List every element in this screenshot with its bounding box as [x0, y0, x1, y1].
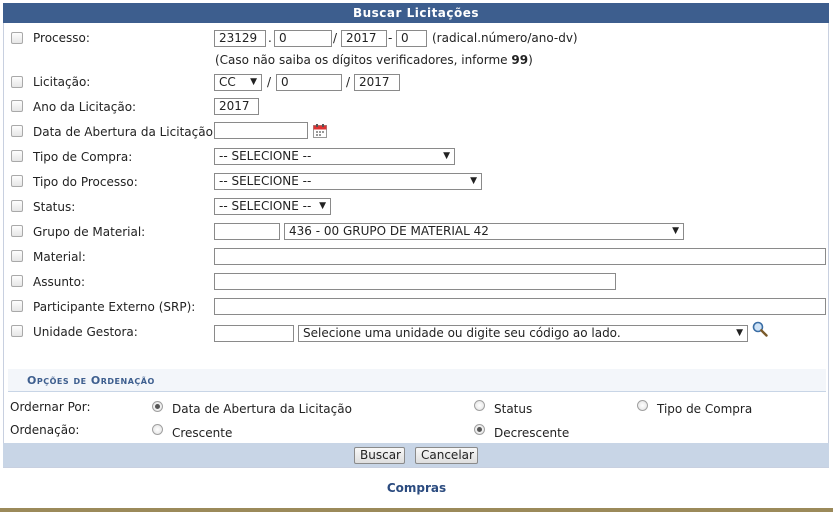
- assunto-checkbox[interactable]: [11, 275, 23, 287]
- direction-label: Ordenação:: [10, 423, 80, 437]
- ano-licitacao-label: Ano da Licitação:: [33, 100, 137, 114]
- data-abertura-checkbox[interactable]: [11, 125, 23, 137]
- slash-separator: /: [333, 31, 338, 45]
- data-abertura-label: Data de Abertura da Licitação:: [33, 125, 217, 139]
- tipo-processo-checkbox[interactable]: [11, 175, 23, 187]
- processo-note-end: ): [528, 53, 533, 67]
- search-button[interactable]: Buscar: [354, 447, 405, 464]
- magnifier-icon[interactable]: [752, 321, 768, 337]
- order-by-label: Ordernar Por:: [10, 400, 91, 414]
- grupo-material-checkbox[interactable]: [11, 225, 23, 237]
- sort-section-header: Opções de Ordenação: [8, 369, 826, 392]
- data-abertura-input[interactable]: [214, 122, 308, 139]
- material-input[interactable]: [214, 248, 826, 265]
- licitacao-ano-input[interactable]: 2017: [354, 74, 400, 91]
- processo-numero-input[interactable]: 0: [274, 30, 332, 47]
- processo-label: Processo:: [33, 31, 90, 45]
- grupo-material-value: 436 - 00 GRUPO DE MATERIAL 42: [289, 224, 489, 238]
- participante-input[interactable]: [214, 298, 826, 315]
- assunto-label: Assunto:: [33, 275, 86, 289]
- status-value: -- SELECIONE --: [219, 199, 312, 213]
- chevron-down-icon: ▼: [319, 201, 326, 211]
- tipo-compra-label: Tipo de Compra:: [33, 150, 133, 164]
- participante-checkbox[interactable]: [11, 300, 23, 312]
- licitacao-modalidade-select[interactable]: CC ▼: [214, 74, 262, 91]
- dot-separator: .: [268, 31, 272, 45]
- unidade-checkbox[interactable]: [11, 325, 23, 337]
- chevron-down-icon: ▼: [470, 176, 477, 186]
- chevron-down-icon: ▼: [672, 226, 679, 236]
- direction-asc-radio[interactable]: [152, 424, 163, 435]
- grupo-material-select[interactable]: 436 - 00 GRUPO DE MATERIAL 42 ▼: [284, 223, 684, 240]
- bottom-bar: [0, 508, 833, 512]
- tipo-compra-value: -- SELECIONE --: [219, 149, 312, 163]
- tipo-compra-select[interactable]: -- SELECIONE -- ▼: [214, 148, 455, 165]
- tipo-processo-select[interactable]: -- SELECIONE -- ▼: [214, 173, 482, 190]
- status-checkbox[interactable]: [11, 200, 23, 212]
- chevron-down-icon: ▼: [736, 328, 743, 338]
- unidade-value: Selecione uma unidade ou digite seu códi…: [303, 326, 621, 340]
- participante-label: Participante Externo (SRP):: [33, 300, 196, 314]
- direction-asc-label: Crescente: [172, 426, 233, 440]
- slash-separator: /: [346, 75, 351, 89]
- licitacao-numero-input[interactable]: 0: [276, 74, 342, 91]
- calendar-icon[interactable]: [313, 124, 327, 138]
- licitacao-modalidade-value: CC: [219, 75, 236, 89]
- compras-link[interactable]: Compras: [0, 481, 833, 495]
- material-label: Material:: [33, 250, 86, 264]
- order-by-tipo-radio[interactable]: [637, 400, 648, 411]
- unidade-label: Unidade Gestora:: [33, 325, 138, 339]
- status-select[interactable]: -- SELECIONE -- ▼: [214, 198, 331, 215]
- grupo-material-label: Grupo de Material:: [33, 225, 146, 239]
- slash-separator: /: [267, 75, 272, 89]
- unidade-code-input[interactable]: [214, 325, 294, 342]
- ano-licitacao-checkbox[interactable]: [11, 100, 23, 112]
- assunto-input[interactable]: [214, 273, 616, 290]
- ano-licitacao-input[interactable]: 2017: [214, 98, 259, 115]
- order-by-data-label: Data de Abertura da Licitação: [172, 402, 352, 416]
- sort-section-title: Opções de Ordenação: [27, 374, 155, 387]
- dash-separator: -: [388, 31, 393, 45]
- processo-format-hint: (radical.número/ano-dv): [432, 31, 578, 45]
- processo-note-value: 99: [511, 53, 529, 67]
- unidade-select[interactable]: Selecione uma unidade ou digite seu códi…: [298, 325, 748, 342]
- processo-dv-input[interactable]: 0: [396, 30, 427, 47]
- tipo-processo-label: Tipo do Processo:: [33, 175, 138, 189]
- processo-checkbox[interactable]: [11, 32, 23, 44]
- chevron-down-icon: ▼: [250, 77, 257, 87]
- licitacao-checkbox[interactable]: [11, 76, 23, 88]
- licitacao-label: Licitação:: [33, 75, 91, 89]
- order-by-status-radio[interactable]: [474, 400, 485, 411]
- tipo-processo-value: -- SELECIONE --: [219, 174, 312, 188]
- order-by-data-radio[interactable]: [152, 401, 163, 412]
- direction-desc-radio[interactable]: [474, 424, 485, 435]
- order-by-status-label: Status: [494, 402, 533, 416]
- grupo-material-code-input[interactable]: [214, 223, 280, 240]
- processo-note: (Caso não saiba os dígitos verificadores…: [215, 53, 533, 67]
- direction-desc-label: Decrescente: [494, 426, 570, 440]
- material-checkbox[interactable]: [11, 250, 23, 262]
- processo-ano-input[interactable]: 2017: [341, 30, 387, 47]
- form-title: Buscar Licitações: [3, 3, 829, 23]
- cancel-button[interactable]: Cancelar: [415, 447, 478, 464]
- chevron-down-icon: ▼: [443, 151, 450, 161]
- tipo-compra-checkbox[interactable]: [11, 150, 23, 162]
- status-label: Status:: [33, 200, 76, 214]
- order-by-tipo-label: Tipo de Compra: [657, 402, 753, 416]
- processo-note-text: (Caso não saiba os dígitos verificadores…: [215, 53, 512, 67]
- processo-radical-input[interactable]: 23129: [214, 30, 266, 47]
